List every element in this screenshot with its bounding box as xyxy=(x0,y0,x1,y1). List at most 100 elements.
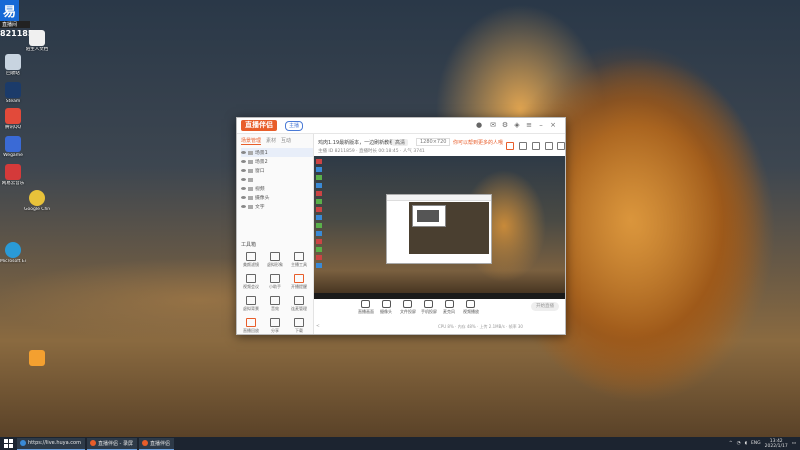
source-button[interactable]: 直播画面 xyxy=(358,300,374,315)
mail-icon[interactable]: ✉ xyxy=(489,121,497,129)
tool-item[interactable]: 虚拟形象 xyxy=(263,252,287,268)
camera-icon xyxy=(381,300,391,308)
tool-icon xyxy=(246,318,256,327)
desktop-icon[interactable]: Google Chrome xyxy=(24,190,50,212)
tab-interactive[interactable]: 互动 xyxy=(281,137,291,145)
streaming-app-window: 直播伴侣 主播 ● ✉ ⚙ ◈ ≡ – × 场景管理 素材 互动 场景1 场景2… xyxy=(236,117,566,335)
lock-icon[interactable] xyxy=(519,142,527,150)
tool-item[interactable]: 音效 xyxy=(263,296,287,312)
live-preview[interactable] xyxy=(314,156,565,299)
start-stream-button[interactable]: 开始直播 xyxy=(531,302,559,311)
clock[interactable]: 13:42 2022/1/17 xyxy=(765,439,788,449)
edge-icon xyxy=(5,242,21,258)
music-icon xyxy=(5,164,21,180)
tool-item[interactable]: 视频会议 xyxy=(239,274,263,290)
tool-icon xyxy=(246,252,256,261)
collapse-button[interactable]: < xyxy=(316,324,320,329)
eye-icon[interactable] xyxy=(241,151,246,154)
scene-item[interactable]: 场景1 xyxy=(241,148,313,157)
taskbar-item[interactable]: https://live.huya.com xyxy=(17,437,85,450)
desktop-icon[interactable]: 腾讯QQ xyxy=(0,108,26,130)
tool-item[interactable]: 美颜滤镜 xyxy=(239,252,263,268)
source-button[interactable]: 摄像头 xyxy=(379,300,393,315)
taskbar-item[interactable]: 直播伴侣 - 录屏 xyxy=(86,437,137,450)
settings-icon[interactable]: ⚙ xyxy=(501,121,509,129)
tool-icon xyxy=(294,296,304,305)
preview-taskbar xyxy=(314,293,565,299)
scene-item[interactable]: 摄像头 xyxy=(241,193,313,202)
source-button[interactable]: 手机投屏 xyxy=(421,300,437,315)
promo-link[interactable]: 你可以帮到更多的人哦 xyxy=(453,139,503,146)
eye-icon[interactable] xyxy=(241,205,246,208)
windows-start-icon[interactable] xyxy=(4,439,14,448)
desktop-icon[interactable]: 网易云音乐 xyxy=(0,164,26,186)
tool-icon xyxy=(246,274,256,283)
tool-item[interactable]: 连麦管理 xyxy=(287,296,311,312)
share-icon[interactable] xyxy=(557,142,565,150)
scene-item[interactable]: 场景2 xyxy=(241,157,313,166)
tool-icon xyxy=(294,252,304,261)
scene-item[interactable]: 窗口 xyxy=(241,166,313,175)
volume-icon[interactable]: ◖ xyxy=(745,441,747,446)
desktop-icon[interactable]: Steam xyxy=(0,82,26,104)
stream-title[interactable]: 鸡肉1.19最新版本，一边刷新教程 xyxy=(318,139,394,146)
app-icon xyxy=(89,440,96,446)
taskbar-item[interactable]: 直播伴侣 xyxy=(138,437,174,450)
source-button[interactable]: 麦克风 xyxy=(442,300,456,315)
stream-room-badge: 易 直播间 8211859 xyxy=(0,0,39,38)
skin-icon[interactable]: ◈ xyxy=(513,121,521,129)
source-button[interactable]: 视频播放 xyxy=(463,300,479,315)
eye-icon[interactable] xyxy=(241,160,246,163)
tool-item[interactable]: 主播工具 xyxy=(287,252,311,268)
close-button[interactable]: × xyxy=(549,121,557,129)
ime-indicator[interactable]: ENG xyxy=(751,441,761,446)
avatar-icon[interactable]: ● xyxy=(475,121,483,129)
message-icon[interactable] xyxy=(545,142,553,150)
desktop-icon[interactable]: Wegame xyxy=(0,136,26,158)
tool-item[interactable]: 小助手 xyxy=(263,274,287,290)
menu-icon[interactable]: ≡ xyxy=(525,121,533,129)
screen-icon xyxy=(360,300,370,308)
scene-sidebar: 场景管理 素材 互动 场景1 场景2 窗口 视频 摄像头 文字 工具箱 美颜滤镜… xyxy=(237,134,314,334)
network-icon[interactable]: ◔ xyxy=(737,441,741,446)
layer-icon xyxy=(248,177,253,182)
nested-window-preview-2 xyxy=(412,205,446,227)
gift-icon[interactable] xyxy=(506,142,514,150)
record-icon[interactable] xyxy=(532,142,540,150)
app-logo: 直播伴侣 xyxy=(241,120,277,131)
tab-materials[interactable]: 素材 xyxy=(266,137,276,145)
tool-icon xyxy=(270,274,280,283)
scene-item[interactable] xyxy=(241,175,313,184)
toolbox-title: 工具箱 xyxy=(241,242,257,248)
phone-icon xyxy=(423,300,433,308)
tool-item[interactable]: 分享 xyxy=(263,318,287,334)
tool-item[interactable]: 虚拟背景 xyxy=(239,296,263,312)
tool-item[interactable]: 直播回放 xyxy=(239,318,263,334)
desktop-icon[interactable]: 陌生人文档 xyxy=(24,30,50,52)
scene-item[interactable]: 文字 xyxy=(241,202,313,211)
tab-scenes[interactable]: 场景管理 xyxy=(241,137,262,145)
microphone-icon xyxy=(444,300,454,308)
eye-icon[interactable] xyxy=(241,178,246,181)
desktop-icon[interactable] xyxy=(24,350,50,367)
tool-item[interactable]: 下载 xyxy=(287,318,311,334)
eye-icon[interactable] xyxy=(241,196,246,199)
user-level-badge[interactable]: 主播 xyxy=(285,121,304,131)
resolution-select[interactable]: 1280×720 xyxy=(416,138,451,146)
system-tray: ^ ◔ ◖ ENG 13:42 2022/1/17 ▭ xyxy=(729,437,796,450)
tool-item[interactable]: 开播提醒 xyxy=(287,274,311,290)
desktop-icon[interactable]: Microsoft Edge xyxy=(0,242,26,264)
qq-icon xyxy=(5,108,21,124)
stream-info-bar: 鸡肉1.19最新版本，一边刷新教程 高清 1280×720 你可以帮到更多的人哦… xyxy=(318,136,565,156)
chrome-icon xyxy=(29,190,45,206)
quality-badge[interactable]: 高清 xyxy=(392,139,409,146)
minimize-button[interactable]: – xyxy=(537,121,545,129)
desktop-icon[interactable]: 回收站 xyxy=(0,54,26,76)
source-button[interactable]: 文件投屏 xyxy=(400,300,416,315)
chevron-up-icon[interactable]: ^ xyxy=(729,441,733,446)
eye-icon[interactable] xyxy=(241,187,246,190)
main-panel: 鸡肉1.19最新版本，一边刷新教程 高清 1280×720 你可以帮到更多的人哦… xyxy=(314,134,565,334)
notification-icon[interactable]: ▭ xyxy=(792,441,796,446)
scene-item[interactable]: 视频 xyxy=(241,184,313,193)
eye-icon[interactable] xyxy=(241,169,246,172)
